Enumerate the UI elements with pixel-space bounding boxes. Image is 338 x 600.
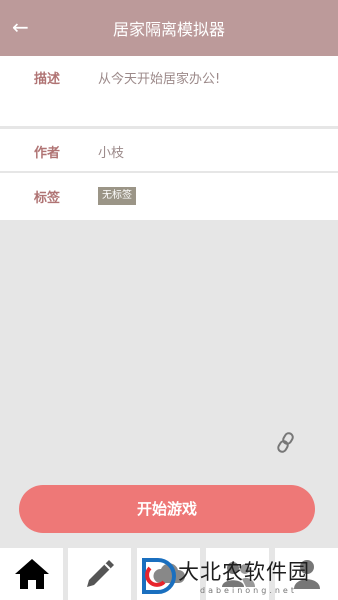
watermark: 大北农软件园 dabeinong.net (140, 550, 338, 600)
link-icon[interactable] (276, 432, 296, 454)
author-value[interactable]: 小枝 (98, 142, 124, 161)
pencil-icon (86, 560, 114, 587)
app-header: ← 居家隔离模拟器 (0, 0, 338, 56)
watermark-text: 大北农软件园 (178, 560, 310, 584)
home-icon (14, 559, 49, 589)
start-game-button[interactable]: 开始游戏 (19, 485, 315, 533)
description-value: 从今天开始居家办公! (98, 72, 221, 87)
author-row: 作者 小枝 (0, 129, 338, 171)
watermark-subtext: dabeinong.net (200, 586, 297, 595)
tag-badge[interactable]: 无标签 (98, 187, 136, 205)
page-title: 居家隔离模拟器 (112, 20, 225, 39)
nav-home[interactable] (0, 548, 63, 600)
author-label: 作者 (34, 146, 61, 161)
tags-row: 标签 无标签 (0, 173, 338, 220)
description-row: 描述 从今天开始居家办公! (0, 56, 338, 126)
tags-label: 标签 (34, 191, 61, 206)
description-label: 描述 (34, 72, 61, 87)
nav-edit[interactable] (68, 548, 131, 600)
watermark-logo-icon (142, 558, 176, 594)
